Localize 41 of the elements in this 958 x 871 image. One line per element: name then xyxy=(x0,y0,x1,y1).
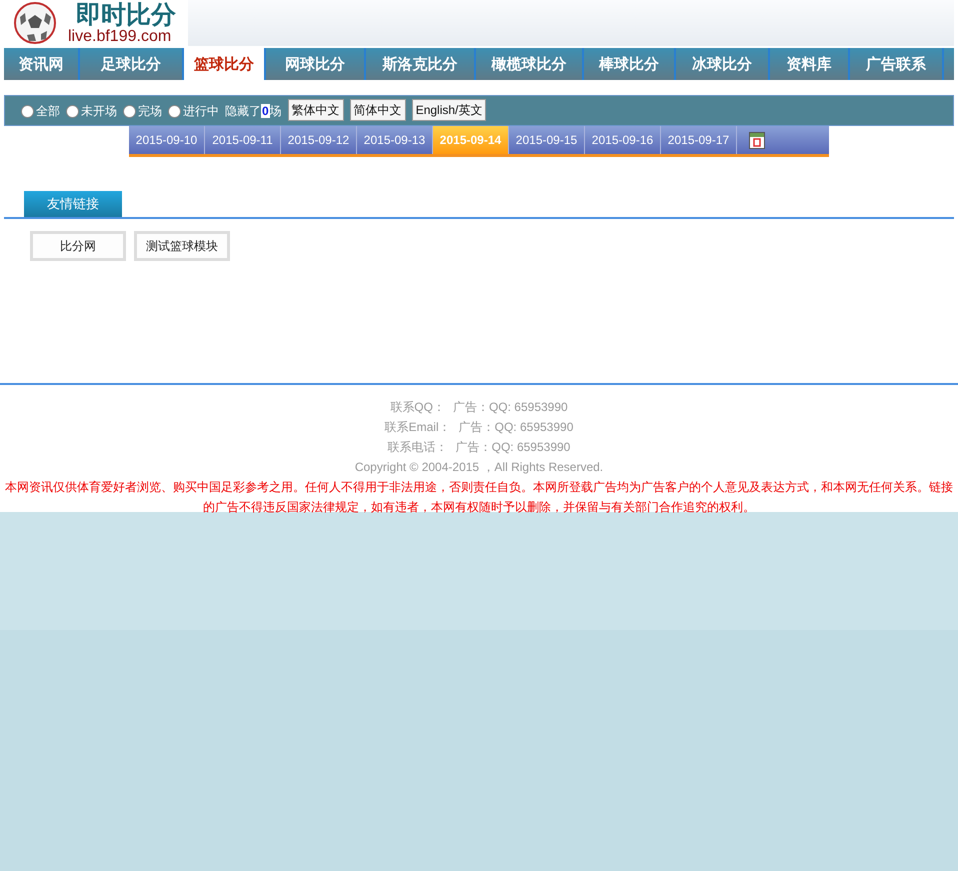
nav-tab[interactable]: 橄榄球比分 xyxy=(476,48,584,80)
radio-label: 未开场 xyxy=(81,103,117,120)
contact-label: 联系QQ： xyxy=(390,399,445,416)
friend-link[interactable]: 比分网 xyxy=(30,231,126,261)
date-tab[interactable]: 2015-09-10 xyxy=(129,126,205,154)
nav-tab[interactable]: 网球比分 xyxy=(266,48,366,80)
nav-tab[interactable]: 棒球比分 xyxy=(584,48,676,80)
friend-links-tab[interactable]: 友情链接 xyxy=(24,191,122,217)
logo-title: 即时比分 xyxy=(76,1,176,29)
nav-tab[interactable]: 斯洛克比分 xyxy=(366,48,476,80)
logo-domain: live.bf199.com xyxy=(68,29,172,45)
nav-tab[interactable]: 冰球比分 xyxy=(676,48,770,80)
date-tab[interactable]: 2015-09-12 xyxy=(281,126,357,154)
contact-label: 联系电话： xyxy=(388,439,448,456)
radio-button[interactable] xyxy=(66,104,79,118)
hidden-count-text: 隐藏了 0场 xyxy=(225,103,282,120)
contact-label: 联系Email： xyxy=(384,419,451,436)
date-tab[interactable]: 2015-09-17 xyxy=(661,126,737,154)
language-button[interactable]: 繁体中文 xyxy=(288,99,344,121)
language-button[interactable]: 简体中文 xyxy=(350,99,406,121)
nav-tab[interactable]: 广告联系 xyxy=(850,48,944,80)
date-tab[interactable]: 2015-09-11 xyxy=(205,126,281,154)
nav-tab[interactable]: 资料库 xyxy=(770,48,850,80)
nav-tab[interactable]: 资讯网 xyxy=(4,48,80,80)
date-tab[interactable]: 2015-09-15 xyxy=(509,126,585,154)
contact-value: 广告：QQ: 65953990 xyxy=(452,399,568,416)
copyright-text: Copyright © 2004-2015 ，All Rights Reserved. xyxy=(354,459,604,476)
radio-label: 全部 xyxy=(36,103,60,120)
radio-label: 进行中 xyxy=(183,103,219,120)
disclaimer-text: 本网资讯仅供体育爱好者浏览、购买中国足彩参考之用。任何人不得用于非法用途，否则责任自负。本网所登载广告均为广告客户的个人意见及表达方式，和本网无任何关系。链接的广告不得违反国家法律规定，如有违者，本网有权随时予以删除，并保留与有关部门合作追究的权利。 xyxy=(4,479,954,516)
nav-tab[interactable]: 篮球比分 xyxy=(184,48,266,80)
friend-link[interactable]: 测试篮球模块 xyxy=(134,231,230,261)
calendar-icon[interactable] xyxy=(749,131,765,149)
radio-button[interactable] xyxy=(21,104,34,118)
language-button[interactable]: English/英文 xyxy=(412,99,486,121)
date-tab[interactable]: 2015-09-16 xyxy=(585,126,661,154)
contact-value: 广告：QQ: 65953990 xyxy=(458,419,574,436)
contact-value: 广告：QQ: 65953990 xyxy=(456,439,570,456)
radio-button[interactable] xyxy=(168,104,181,118)
radio-label: 完场 xyxy=(138,103,162,120)
radio-button[interactable] xyxy=(123,104,136,118)
